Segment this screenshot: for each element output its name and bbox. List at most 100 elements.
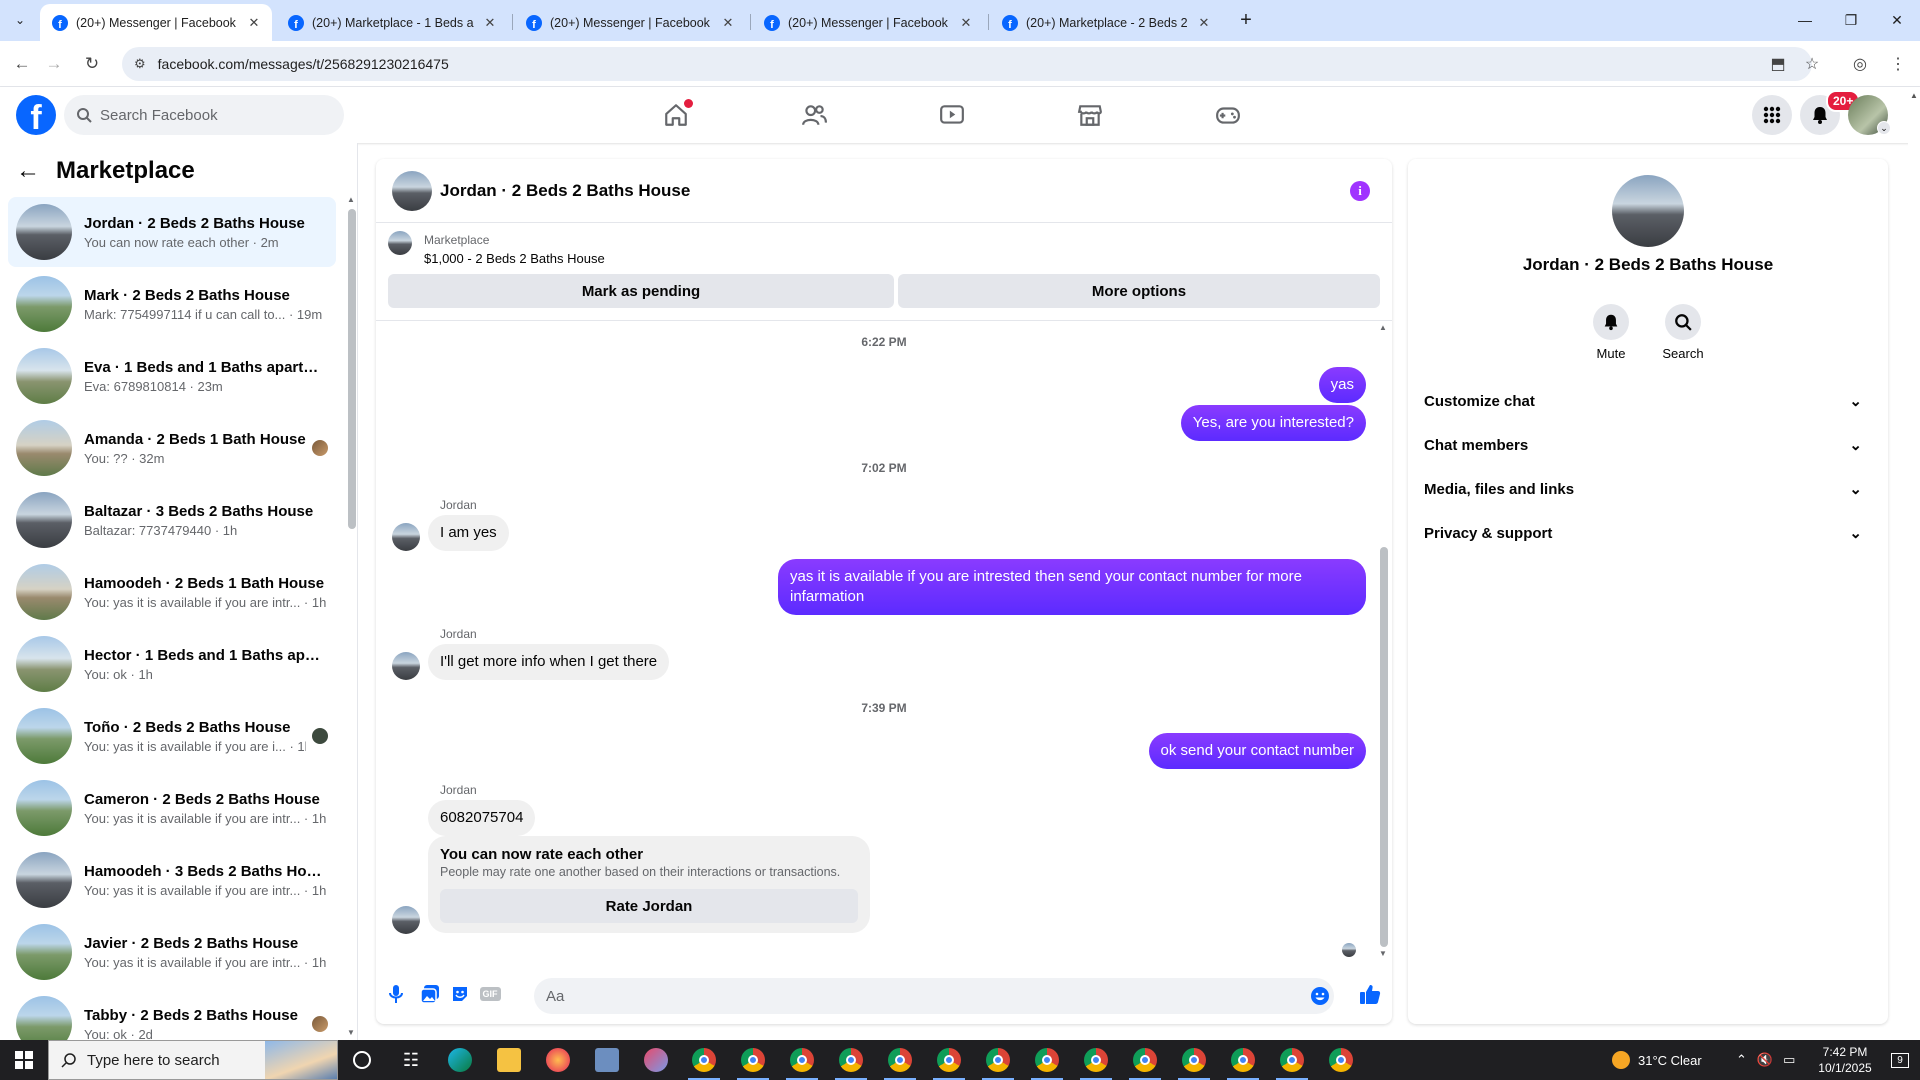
info-icon[interactable]: i <box>1350 181 1370 201</box>
chrome-window-button[interactable] <box>827 1040 875 1080</box>
outgoing-message[interactable]: Yes, are you interested? <box>1180 405 1366 441</box>
facebook-search-input[interactable]: Search Facebook <box>64 95 344 135</box>
browser-menu-button[interactable]: ⋮ <box>1884 50 1912 78</box>
conversation-item[interactable]: Cameron · 2 Beds 2 Baths House You: yas i… <box>8 773 336 843</box>
chrome-window-button[interactable] <box>680 1040 728 1080</box>
search-action[interactable]: Search <box>1648 304 1718 361</box>
chrome-window-button[interactable] <box>1317 1040 1365 1080</box>
chrome-window-button[interactable] <box>1023 1040 1071 1080</box>
conversation-item[interactable]: Jordan · 2 Beds 2 Baths House You can now… <box>8 197 336 267</box>
menu-button[interactable] <box>1752 95 1792 135</box>
customize-chat-row[interactable]: Customize chat ⌄ <box>1424 379 1874 423</box>
scroll-down-arrow-icon[interactable]: ▼ <box>347 1028 355 1037</box>
close-tab-icon[interactable]: ✕ <box>1196 15 1212 31</box>
conversation-item[interactable]: Baltazar · 3 Beds 2 Baths House Baltazar:… <box>8 485 336 555</box>
conversation-item[interactable]: Amanda · 2 Beds 1 Bath House You: ?? · 32… <box>8 413 336 483</box>
app-button[interactable] <box>583 1040 631 1080</box>
start-button[interactable] <box>0 1040 48 1080</box>
chrome-window-button[interactable] <box>1121 1040 1169 1080</box>
browser-tab-2[interactable]: f (20+) Marketplace - 1 Beds and ✕ <box>276 4 508 41</box>
firefox-button[interactable] <box>534 1040 582 1080</box>
nav-home[interactable] <box>620 87 732 143</box>
chrome-window-button[interactable] <box>1268 1040 1316 1080</box>
chrome-window-button[interactable] <box>729 1040 777 1080</box>
incoming-message[interactable]: 6082075704 <box>428 800 536 836</box>
chrome-window-button[interactable] <box>876 1040 924 1080</box>
clock[interactable]: 7:42 PM 10/1/2025 <box>1810 1040 1880 1080</box>
chat-scrollbar[interactable] <box>1380 547 1388 947</box>
incoming-message[interactable]: I am yes <box>428 515 509 551</box>
attach-photo-button[interactable] <box>418 982 442 1006</box>
sender-avatar[interactable] <box>392 906 420 934</box>
conversation-item[interactable]: Hamoodeh · 2 Beds 1 Bath House You: yas i… <box>8 557 336 627</box>
sender-avatar[interactable] <box>392 523 420 551</box>
edge-button[interactable] <box>436 1040 484 1080</box>
browser-tab-4[interactable]: f (20+) Messenger | Facebook ✕ <box>752 4 984 41</box>
install-app-button[interactable]: ⬒ <box>1764 50 1792 78</box>
nav-video[interactable] <box>896 87 1008 143</box>
conversation-item[interactable]: Mark · 2 Beds 2 Baths House Mark: 7754997… <box>8 269 336 339</box>
close-tab-icon[interactable]: ✕ <box>958 15 974 31</box>
conversation-item[interactable]: Javier · 2 Beds 2 Baths House You: yas it… <box>8 917 336 987</box>
outgoing-message[interactable]: yas it is available if you are intrested… <box>778 559 1366 615</box>
browser-tab-3[interactable]: f (20+) Messenger | Facebook ✕ <box>514 4 746 41</box>
close-tab-icon[interactable]: ✕ <box>246 15 262 31</box>
tab-search-button[interactable]: ⌄ <box>8 8 32 32</box>
reload-button[interactable]: ↻ <box>78 50 106 78</box>
gif-button[interactable]: GIF <box>478 982 502 1006</box>
close-tab-icon[interactable]: ✕ <box>482 15 498 31</box>
network-icon[interactable]: ▭ <box>1783 1052 1795 1068</box>
widgets-button[interactable]: ☷ <box>387 1040 435 1080</box>
conversation-item[interactable]: Hamoodeh · 3 Beds 2 Baths Hou... You: yas… <box>8 845 336 915</box>
snipping-button[interactable] <box>632 1040 680 1080</box>
browser-tab-1[interactable]: f (20+) Messenger | Facebook ✕ <box>40 4 272 41</box>
nav-friends[interactable] <box>758 87 870 143</box>
chrome-window-button[interactable] <box>1219 1040 1267 1080</box>
close-tab-icon[interactable]: ✕ <box>720 15 736 31</box>
contact-name[interactable]: Jordan · 2 Beds 2 Baths House <box>1408 255 1888 275</box>
minimize-button[interactable]: — <box>1782 6 1828 34</box>
conversation-item[interactable]: Hector · 1 Beds and 1 Baths apar... You: … <box>8 629 336 699</box>
weather-widget[interactable]: 31°C Clear <box>1612 1040 1702 1080</box>
new-tab-button[interactable]: + <box>1234 8 1258 32</box>
notification-center-button[interactable]: 9 <box>1880 1040 1920 1080</box>
account-chevron-icon[interactable]: ⌄ <box>1877 121 1891 135</box>
rate-jordan-button[interactable]: Rate Jordan <box>440 889 858 923</box>
back-arrow-icon[interactable]: ← <box>16 157 40 185</box>
page-scroll-up-icon[interactable]: ▲ <box>1908 91 1920 100</box>
address-bar[interactable]: ⚙ facebook.com/messages/t/25682912302164… <box>122 47 1812 81</box>
outgoing-message[interactable]: yas <box>1318 367 1366 403</box>
chrome-window-button[interactable] <box>778 1040 826 1080</box>
like-button[interactable] <box>1358 982 1382 1006</box>
message-input[interactable]: Aa <box>534 978 1334 1014</box>
left-panel-scrollbar[interactable] <box>348 209 356 529</box>
outgoing-message[interactable]: ok send your contact number <box>1148 733 1366 769</box>
more-options-button[interactable]: More options <box>898 274 1380 308</box>
voice-clip-button[interactable] <box>384 982 408 1006</box>
page-scrollbar[interactable]: ▲ <box>1908 87 1920 1040</box>
chat-scroll-down-icon[interactable]: ▼ <box>1379 949 1387 958</box>
mute-action[interactable]: Mute <box>1576 304 1646 361</box>
privacy-support-row[interactable]: Privacy & support ⌄ <box>1424 511 1874 555</box>
listing-thumbnail[interactable] <box>388 231 412 255</box>
contact-avatar[interactable] <box>1612 175 1684 247</box>
chat-avatar[interactable] <box>392 170 432 211</box>
chat-scroll-up-icon[interactable]: ▲ <box>1379 323 1387 332</box>
facebook-logo[interactable]: f <box>16 95 56 135</box>
nav-gaming[interactable] <box>1172 87 1284 143</box>
taskbar-search-input[interactable]: Type here to search <box>48 1040 338 1080</box>
task-view-button[interactable] <box>338 1040 386 1080</box>
chat-title[interactable]: Jordan · 2 Beds 2 Baths House <box>440 181 690 201</box>
mark-as-pending-button[interactable]: Mark as pending <box>388 274 894 308</box>
media-files-links-row[interactable]: Media, files and links ⌄ <box>1424 467 1874 511</box>
chat-members-row[interactable]: Chat members ⌄ <box>1424 423 1874 467</box>
browser-tab-5[interactable]: f (20+) Marketplace - 2 Beds 2 B ✕ <box>990 4 1222 41</box>
sender-avatar[interactable] <box>392 652 420 680</box>
profile-button[interactable]: ◎ <box>1846 50 1874 78</box>
chrome-window-button[interactable] <box>974 1040 1022 1080</box>
bookmark-button[interactable]: ☆ <box>1798 50 1826 78</box>
restore-button[interactable]: ❐ <box>1828 6 1874 34</box>
nav-marketplace[interactable] <box>1034 87 1146 143</box>
conversation-item[interactable]: Toño · 2 Beds 2 Baths House You: yas it i… <box>8 701 336 771</box>
incoming-message[interactable]: I'll get more info when I get there <box>428 644 670 680</box>
